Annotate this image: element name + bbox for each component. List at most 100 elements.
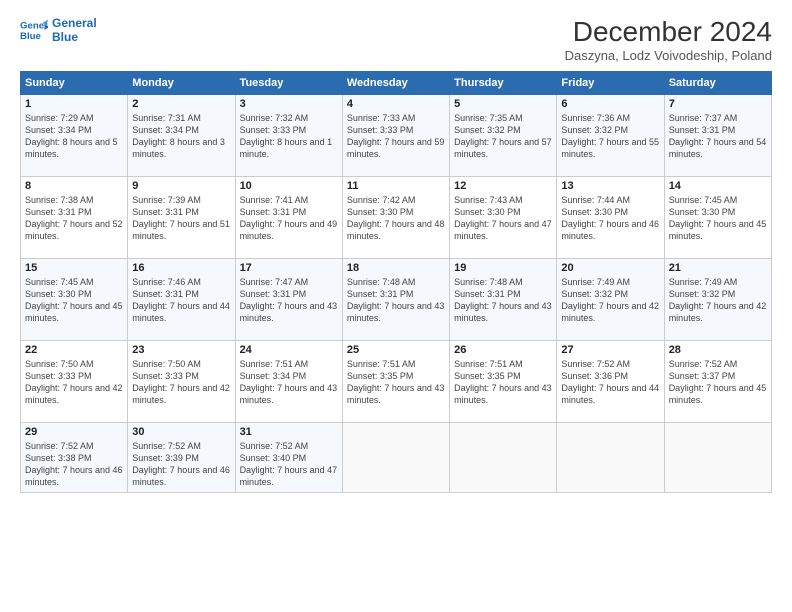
table-cell: 16 Sunrise: 7:46 AMSunset: 3:31 PMDayligh… <box>128 259 235 341</box>
week-row-3: 15Sunrise: 7:45 AMSunset: 3:30 PMDayligh… <box>21 259 772 341</box>
logo-icon: General Blue <box>20 16 48 44</box>
table-cell: 10 Sunrise: 7:41 AMSunset: 3:31 PMDayligh… <box>235 177 342 259</box>
day-number: 12 <box>454 180 552 192</box>
week-row-1: 1 Sunrise: 7:29 AMSunset: 3:34 PMDaylight… <box>21 95 772 177</box>
day-number: 1 <box>25 98 123 110</box>
day-info: Sunrise: 7:46 AMSunset: 3:31 PMDaylight:… <box>132 276 230 325</box>
day-info: Sunrise: 7:41 AMSunset: 3:31 PMDaylight:… <box>240 194 338 243</box>
table-cell: 24Sunrise: 7:51 AMSunset: 3:34 PMDayligh… <box>235 341 342 423</box>
col-wednesday: Wednesday <box>342 72 449 95</box>
table-cell <box>342 423 449 493</box>
table-cell: 21 Sunrise: 7:49 AMSunset: 3:32 PMDayligh… <box>664 259 771 341</box>
day-info: Sunrise: 7:50 AMSunset: 3:33 PMDaylight:… <box>25 358 123 407</box>
table-cell: 28 Sunrise: 7:52 AMSunset: 3:37 PMDayligh… <box>664 341 771 423</box>
table-cell: 12 Sunrise: 7:43 AMSunset: 3:30 PMDayligh… <box>450 177 557 259</box>
day-number: 24 <box>240 344 338 356</box>
day-number: 11 <box>347 180 445 192</box>
day-number: 2 <box>132 98 230 110</box>
day-number: 26 <box>454 344 552 356</box>
day-info: Sunrise: 7:52 AMSunset: 3:36 PMDaylight:… <box>561 358 659 407</box>
table-cell: 15Sunrise: 7:45 AMSunset: 3:30 PMDayligh… <box>21 259 128 341</box>
day-number: 13 <box>561 180 659 192</box>
day-info: Sunrise: 7:45 AMSunset: 3:30 PMDaylight:… <box>25 276 123 325</box>
calendar-table: Sunday Monday Tuesday Wednesday Thursday… <box>20 71 772 493</box>
logo-text-general: General <box>52 16 97 30</box>
day-number: 8 <box>25 180 123 192</box>
day-number: 5 <box>454 98 552 110</box>
day-info: Sunrise: 7:38 AMSunset: 3:31 PMDaylight:… <box>25 194 123 243</box>
day-info: Sunrise: 7:44 AMSunset: 3:30 PMDaylight:… <box>561 194 659 243</box>
day-number: 30 <box>132 426 230 438</box>
table-cell: 3Sunrise: 7:32 AMSunset: 3:33 PMDaylight… <box>235 95 342 177</box>
day-info: Sunrise: 7:51 AMSunset: 3:35 PMDaylight:… <box>454 358 552 407</box>
location-subtitle: Daszyna, Lodz Voivodeship, Poland <box>565 48 772 63</box>
day-info: Sunrise: 7:35 AMSunset: 3:32 PMDaylight:… <box>454 112 552 161</box>
table-cell: 4Sunrise: 7:33 AMSunset: 3:33 PMDaylight… <box>342 95 449 177</box>
week-row-2: 8 Sunrise: 7:38 AMSunset: 3:31 PMDaylight… <box>21 177 772 259</box>
title-block: December 2024 Daszyna, Lodz Voivodeship,… <box>565 16 772 63</box>
calendar-header-row: Sunday Monday Tuesday Wednesday Thursday… <box>21 72 772 95</box>
day-info: Sunrise: 7:33 AMSunset: 3:33 PMDaylight:… <box>347 112 445 161</box>
day-number: 20 <box>561 262 659 274</box>
day-number: 23 <box>132 344 230 356</box>
table-cell: 7 Sunrise: 7:37 AMSunset: 3:31 PMDaylight… <box>664 95 771 177</box>
day-number: 3 <box>240 98 338 110</box>
day-number: 6 <box>561 98 659 110</box>
day-info: Sunrise: 7:36 AMSunset: 3:32 PMDaylight:… <box>561 112 659 161</box>
week-row-5: 29 Sunrise: 7:52 AMSunset: 3:38 PMDayligh… <box>21 423 772 493</box>
svg-text:General: General <box>20 21 48 32</box>
table-cell: 31Sunrise: 7:52 AMSunset: 3:40 PMDayligh… <box>235 423 342 493</box>
day-info: Sunrise: 7:51 AMSunset: 3:35 PMDaylight:… <box>347 358 445 407</box>
col-monday: Monday <box>128 72 235 95</box>
logo: General Blue General Blue <box>20 16 97 45</box>
day-info: Sunrise: 7:31 AMSunset: 3:34 PMDaylight:… <box>132 112 230 161</box>
table-cell <box>557 423 664 493</box>
day-number: 28 <box>669 344 767 356</box>
page: General Blue General Blue December 2024 … <box>0 0 792 612</box>
day-number: 29 <box>25 426 123 438</box>
day-info: Sunrise: 7:52 AMSunset: 3:39 PMDaylight:… <box>132 440 230 489</box>
day-info: Sunrise: 7:50 AMSunset: 3:33 PMDaylight:… <box>132 358 230 407</box>
table-cell: 13 Sunrise: 7:44 AMSunset: 3:30 PMDayligh… <box>557 177 664 259</box>
day-info: Sunrise: 7:47 AMSunset: 3:31 PMDaylight:… <box>240 276 338 325</box>
table-cell: 27 Sunrise: 7:52 AMSunset: 3:36 PMDayligh… <box>557 341 664 423</box>
col-friday: Friday <box>557 72 664 95</box>
table-cell <box>664 423 771 493</box>
table-cell: 25Sunrise: 7:51 AMSunset: 3:35 PMDayligh… <box>342 341 449 423</box>
day-info: Sunrise: 7:42 AMSunset: 3:30 PMDaylight:… <box>347 194 445 243</box>
day-info: Sunrise: 7:52 AMSunset: 3:38 PMDaylight:… <box>25 440 123 489</box>
table-cell: 26 Sunrise: 7:51 AMSunset: 3:35 PMDayligh… <box>450 341 557 423</box>
day-number: 22 <box>25 344 123 356</box>
day-number: 19 <box>454 262 552 274</box>
table-cell: 18Sunrise: 7:48 AMSunset: 3:31 PMDayligh… <box>342 259 449 341</box>
day-info: Sunrise: 7:49 AMSunset: 3:32 PMDaylight:… <box>561 276 659 325</box>
col-sunday: Sunday <box>21 72 128 95</box>
day-info: Sunrise: 7:48 AMSunset: 3:31 PMDaylight:… <box>454 276 552 325</box>
col-thursday: Thursday <box>450 72 557 95</box>
day-info: Sunrise: 7:49 AMSunset: 3:32 PMDaylight:… <box>669 276 767 325</box>
day-number: 18 <box>347 262 445 274</box>
table-cell: 17 Sunrise: 7:47 AMSunset: 3:31 PMDayligh… <box>235 259 342 341</box>
table-cell: 1 Sunrise: 7:29 AMSunset: 3:34 PMDaylight… <box>21 95 128 177</box>
day-info: Sunrise: 7:52 AMSunset: 3:37 PMDaylight:… <box>669 358 767 407</box>
table-cell: 19 Sunrise: 7:48 AMSunset: 3:31 PMDayligh… <box>450 259 557 341</box>
table-cell: 5 Sunrise: 7:35 AMSunset: 3:32 PMDaylight… <box>450 95 557 177</box>
day-number: 7 <box>669 98 767 110</box>
day-number: 16 <box>132 262 230 274</box>
day-number: 9 <box>132 180 230 192</box>
table-cell: 30 Sunrise: 7:52 AMSunset: 3:39 PMDayligh… <box>128 423 235 493</box>
day-info: Sunrise: 7:37 AMSunset: 3:31 PMDaylight:… <box>669 112 767 161</box>
table-cell: 23 Sunrise: 7:50 AMSunset: 3:33 PMDayligh… <box>128 341 235 423</box>
table-cell: 29 Sunrise: 7:52 AMSunset: 3:38 PMDayligh… <box>21 423 128 493</box>
month-title: December 2024 <box>565 16 772 48</box>
table-cell: 11 Sunrise: 7:42 AMSunset: 3:30 PMDayligh… <box>342 177 449 259</box>
table-cell: 2 Sunrise: 7:31 AMSunset: 3:34 PMDaylight… <box>128 95 235 177</box>
day-info: Sunrise: 7:43 AMSunset: 3:30 PMDaylight:… <box>454 194 552 243</box>
day-number: 17 <box>240 262 338 274</box>
day-number: 10 <box>240 180 338 192</box>
day-number: 21 <box>669 262 767 274</box>
table-cell: 8 Sunrise: 7:38 AMSunset: 3:31 PMDaylight… <box>21 177 128 259</box>
day-info: Sunrise: 7:29 AMSunset: 3:34 PMDaylight:… <box>25 112 123 161</box>
day-number: 27 <box>561 344 659 356</box>
table-cell <box>450 423 557 493</box>
